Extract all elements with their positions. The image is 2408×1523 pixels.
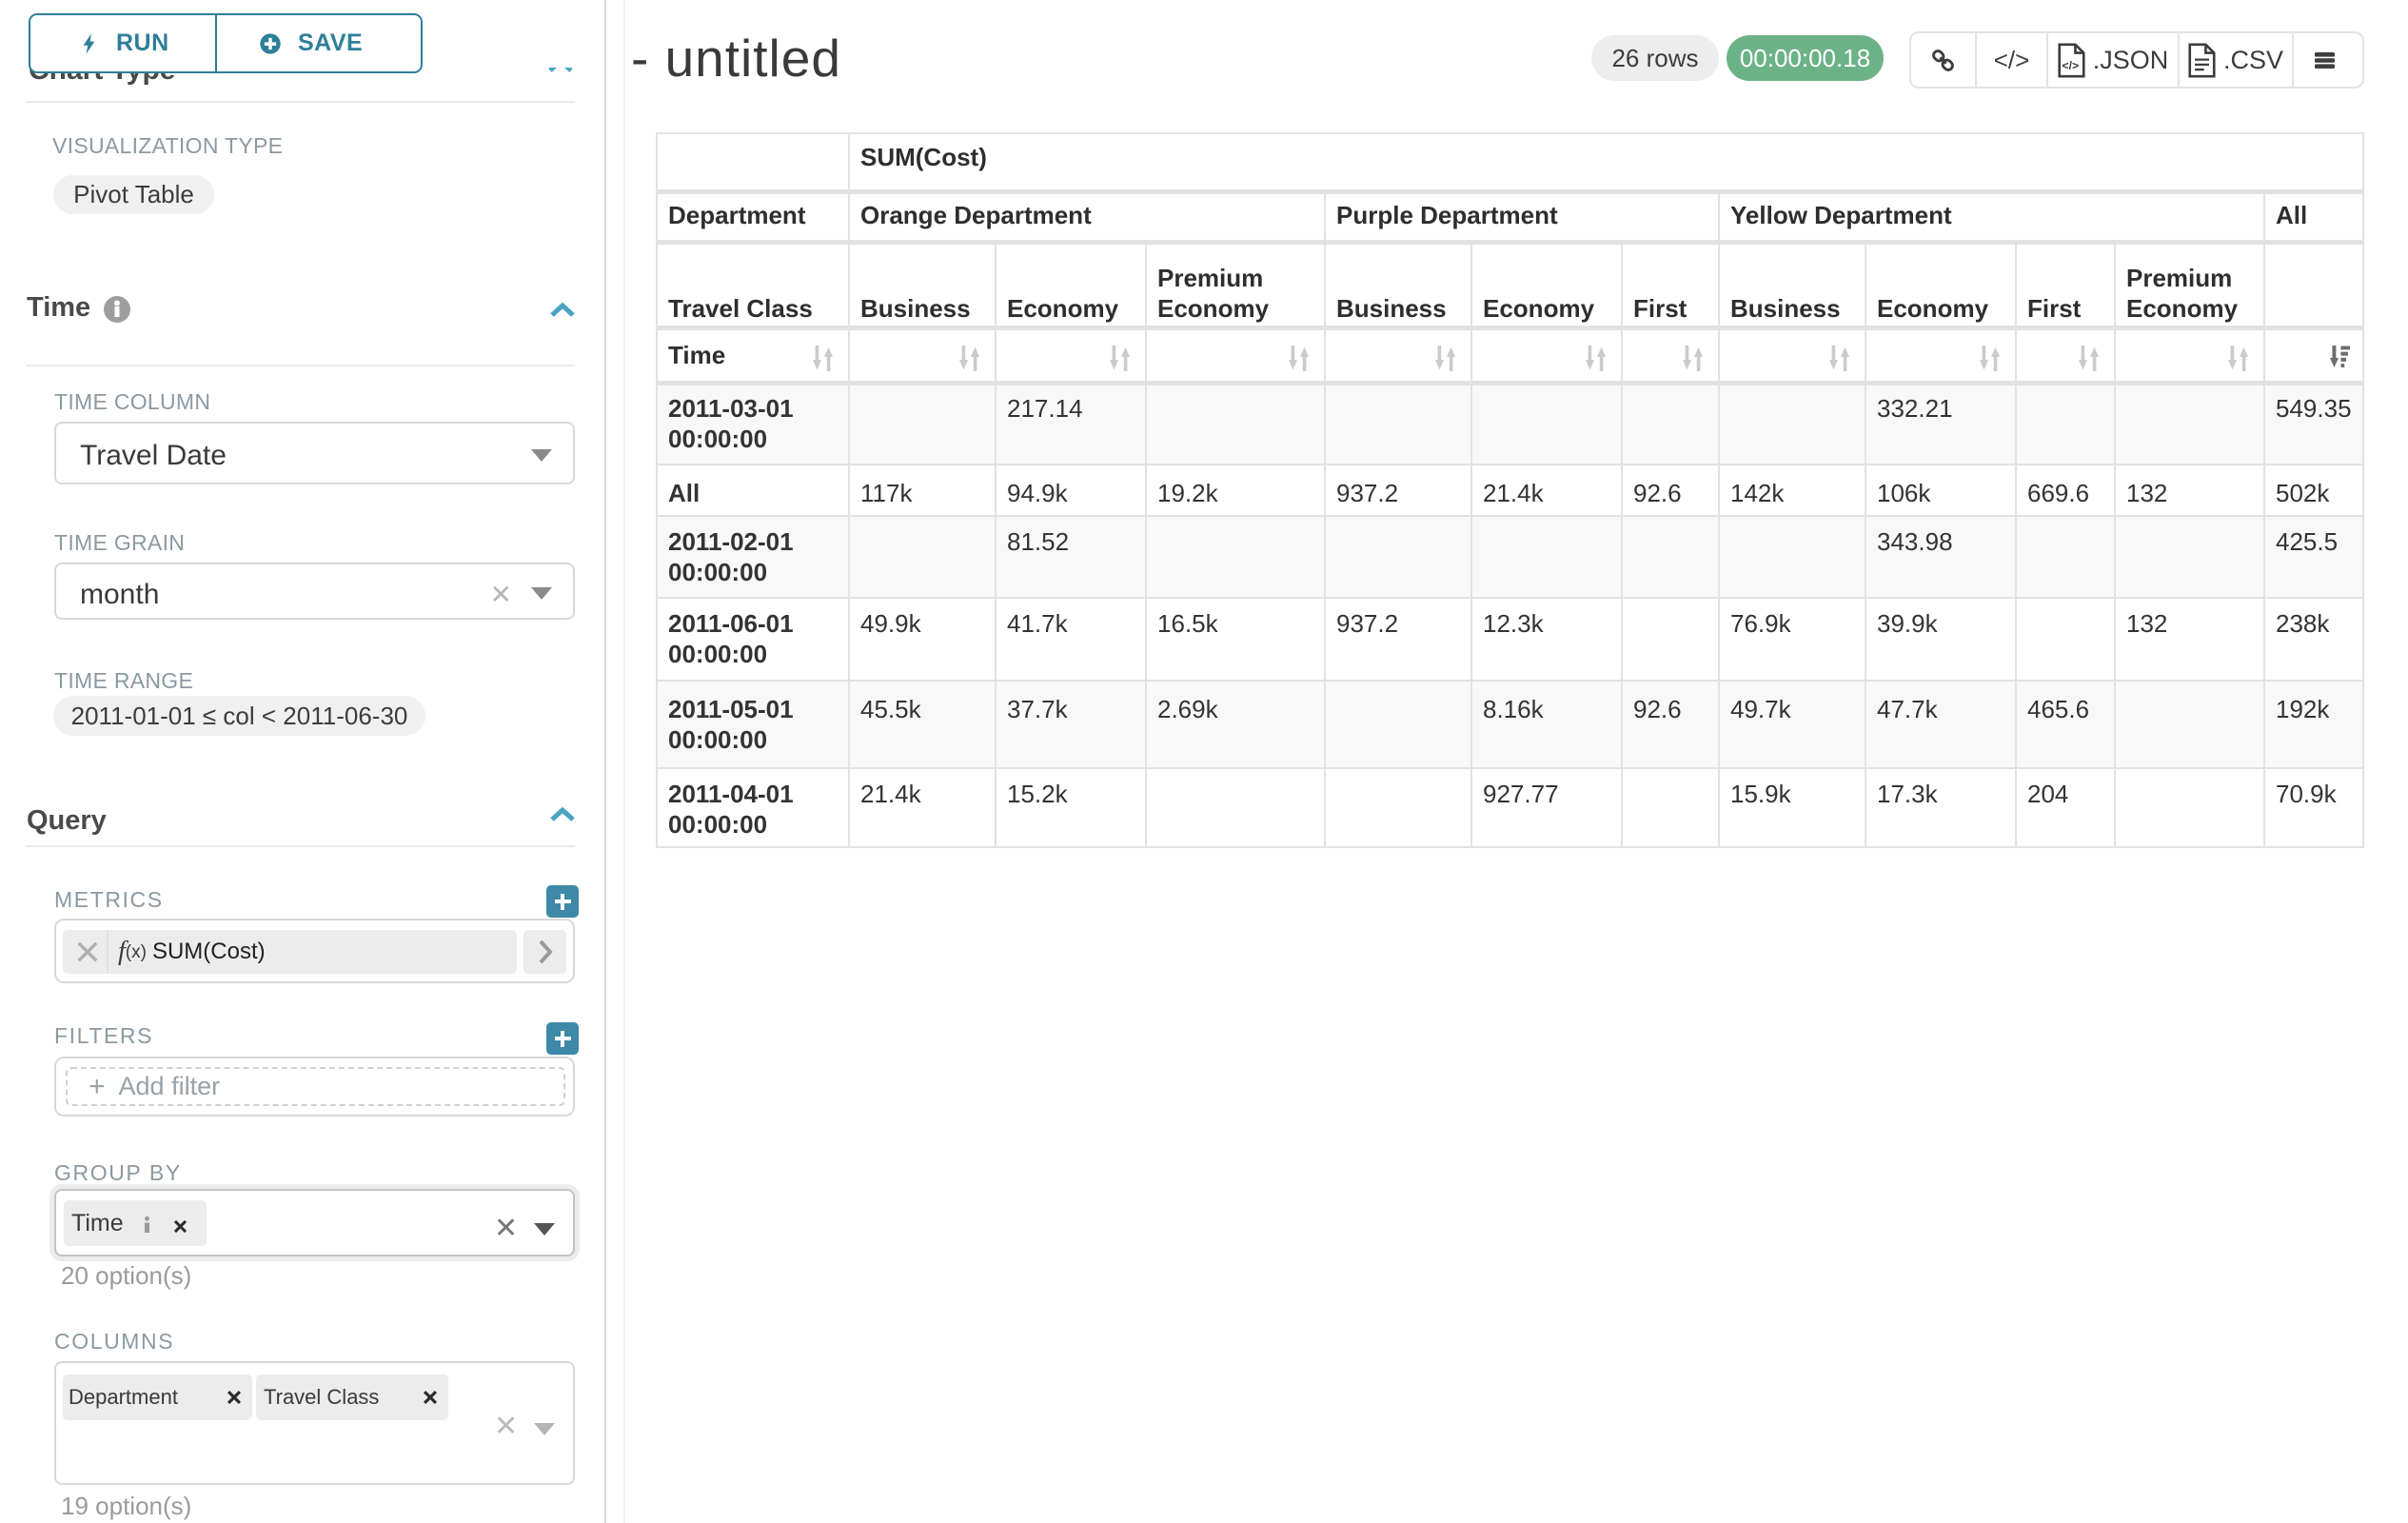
svg-text:</>: </>: [2062, 59, 2079, 72]
